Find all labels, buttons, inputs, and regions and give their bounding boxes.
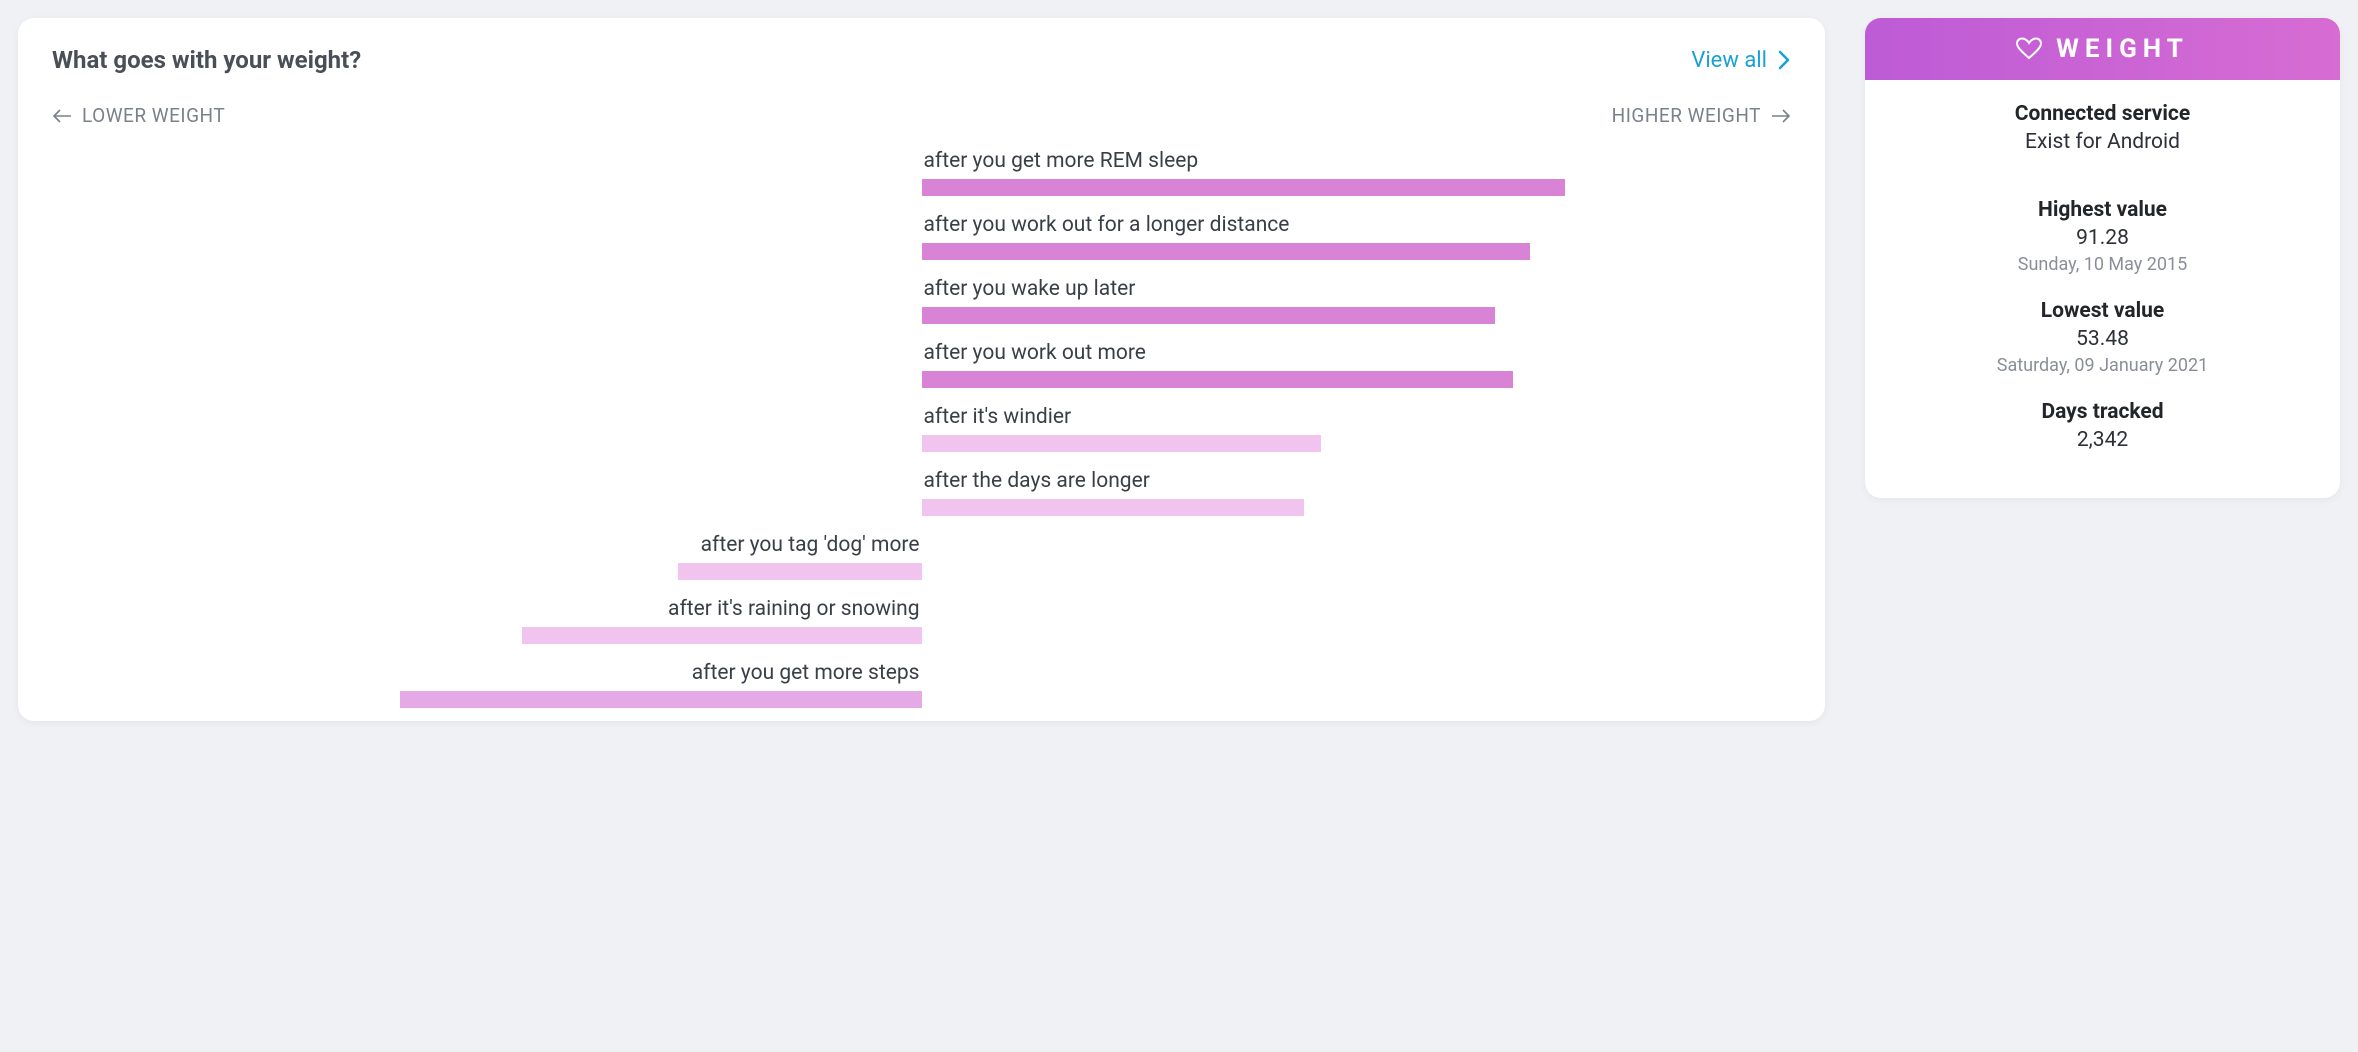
correlation-bar [922,243,1531,260]
correlation-row[interactable]: after you tag 'dog' more [52,529,1791,593]
correlation-row[interactable]: after you get more REM sleep [52,145,1791,209]
correlation-row[interactable]: after the days are longer [52,465,1791,529]
correlation-row[interactable]: after it's windier [52,401,1791,465]
correlation-row[interactable]: after it's raining or snowing [52,593,1791,657]
lowest-label: Lowest value [1885,299,2320,323]
correlation-label: after you work out for a longer distance [924,213,1290,237]
correlation-bar [922,499,1305,516]
lowest-value: 53.48 [1885,327,2320,351]
weight-summary-card: WEIGHT Connected service Exist for Andro… [1865,18,2340,498]
connected-service-label: Connected service [1885,102,2320,126]
correlation-bar [922,371,1513,388]
correlation-label: after you work out more [924,341,1146,365]
correlation-row[interactable]: after you wake up later [52,273,1791,337]
side-header: WEIGHT [1865,18,2340,80]
axis-lower: LOWER WEIGHT [52,104,225,127]
correlation-bar [922,179,1565,196]
chevron-right-icon [1777,49,1791,71]
axis-higher: HIGHER WEIGHT [1612,104,1791,127]
highest-date: Sunday, 10 May 2015 [1885,254,2320,275]
arrow-right-icon [1771,108,1791,124]
view-all-link[interactable]: View all [1691,48,1791,73]
correlation-label: after you wake up later [924,277,1136,301]
heart-icon [2016,37,2042,61]
correlation-row[interactable]: after you work out more [52,337,1791,401]
lowest-date: Saturday, 09 January 2021 [1885,355,2320,376]
correlation-label: after the days are longer [924,469,1150,493]
view-all-label: View all [1691,48,1767,73]
correlations-card: What goes with your weight? View all LOW… [18,18,1825,721]
correlation-label: after it's raining or snowing [668,597,919,621]
days-tracked-value: 2,342 [1885,428,2320,452]
days-tracked-label: Days tracked [1885,400,2320,424]
highest-value: 91.28 [1885,226,2320,250]
correlation-bar [678,563,921,580]
axis-row: LOWER WEIGHT HIGHER WEIGHT [52,104,1791,127]
correlation-bar [922,307,1496,324]
highest-label: Highest value [1885,198,2320,222]
axis-higher-label: HIGHER WEIGHT [1612,104,1761,127]
side-header-title: WEIGHT [2056,34,2189,64]
card-title: What goes with your weight? [52,46,361,74]
correlation-label: after you get more steps [692,661,920,685]
correlation-label: after it's windier [924,405,1072,429]
correlation-bar [400,691,922,708]
card-header: What goes with your weight? View all [52,46,1791,74]
correlation-row[interactable]: after you get more steps [52,657,1791,721]
correlation-bar [522,627,922,644]
arrow-left-icon [52,108,72,124]
correlation-label: after you get more REM sleep [924,149,1199,173]
correlation-row[interactable]: after you work out for a longer distance [52,209,1791,273]
correlation-bar [922,435,1322,452]
correlation-label: after you tag 'dog' more [701,533,920,557]
axis-lower-label: LOWER WEIGHT [82,104,225,127]
correlation-list: after you get more REM sleep after you wo… [52,145,1791,721]
connected-service-value: Exist for Android [1885,130,2320,154]
side-body: Connected service Exist for Android High… [1865,80,2340,498]
